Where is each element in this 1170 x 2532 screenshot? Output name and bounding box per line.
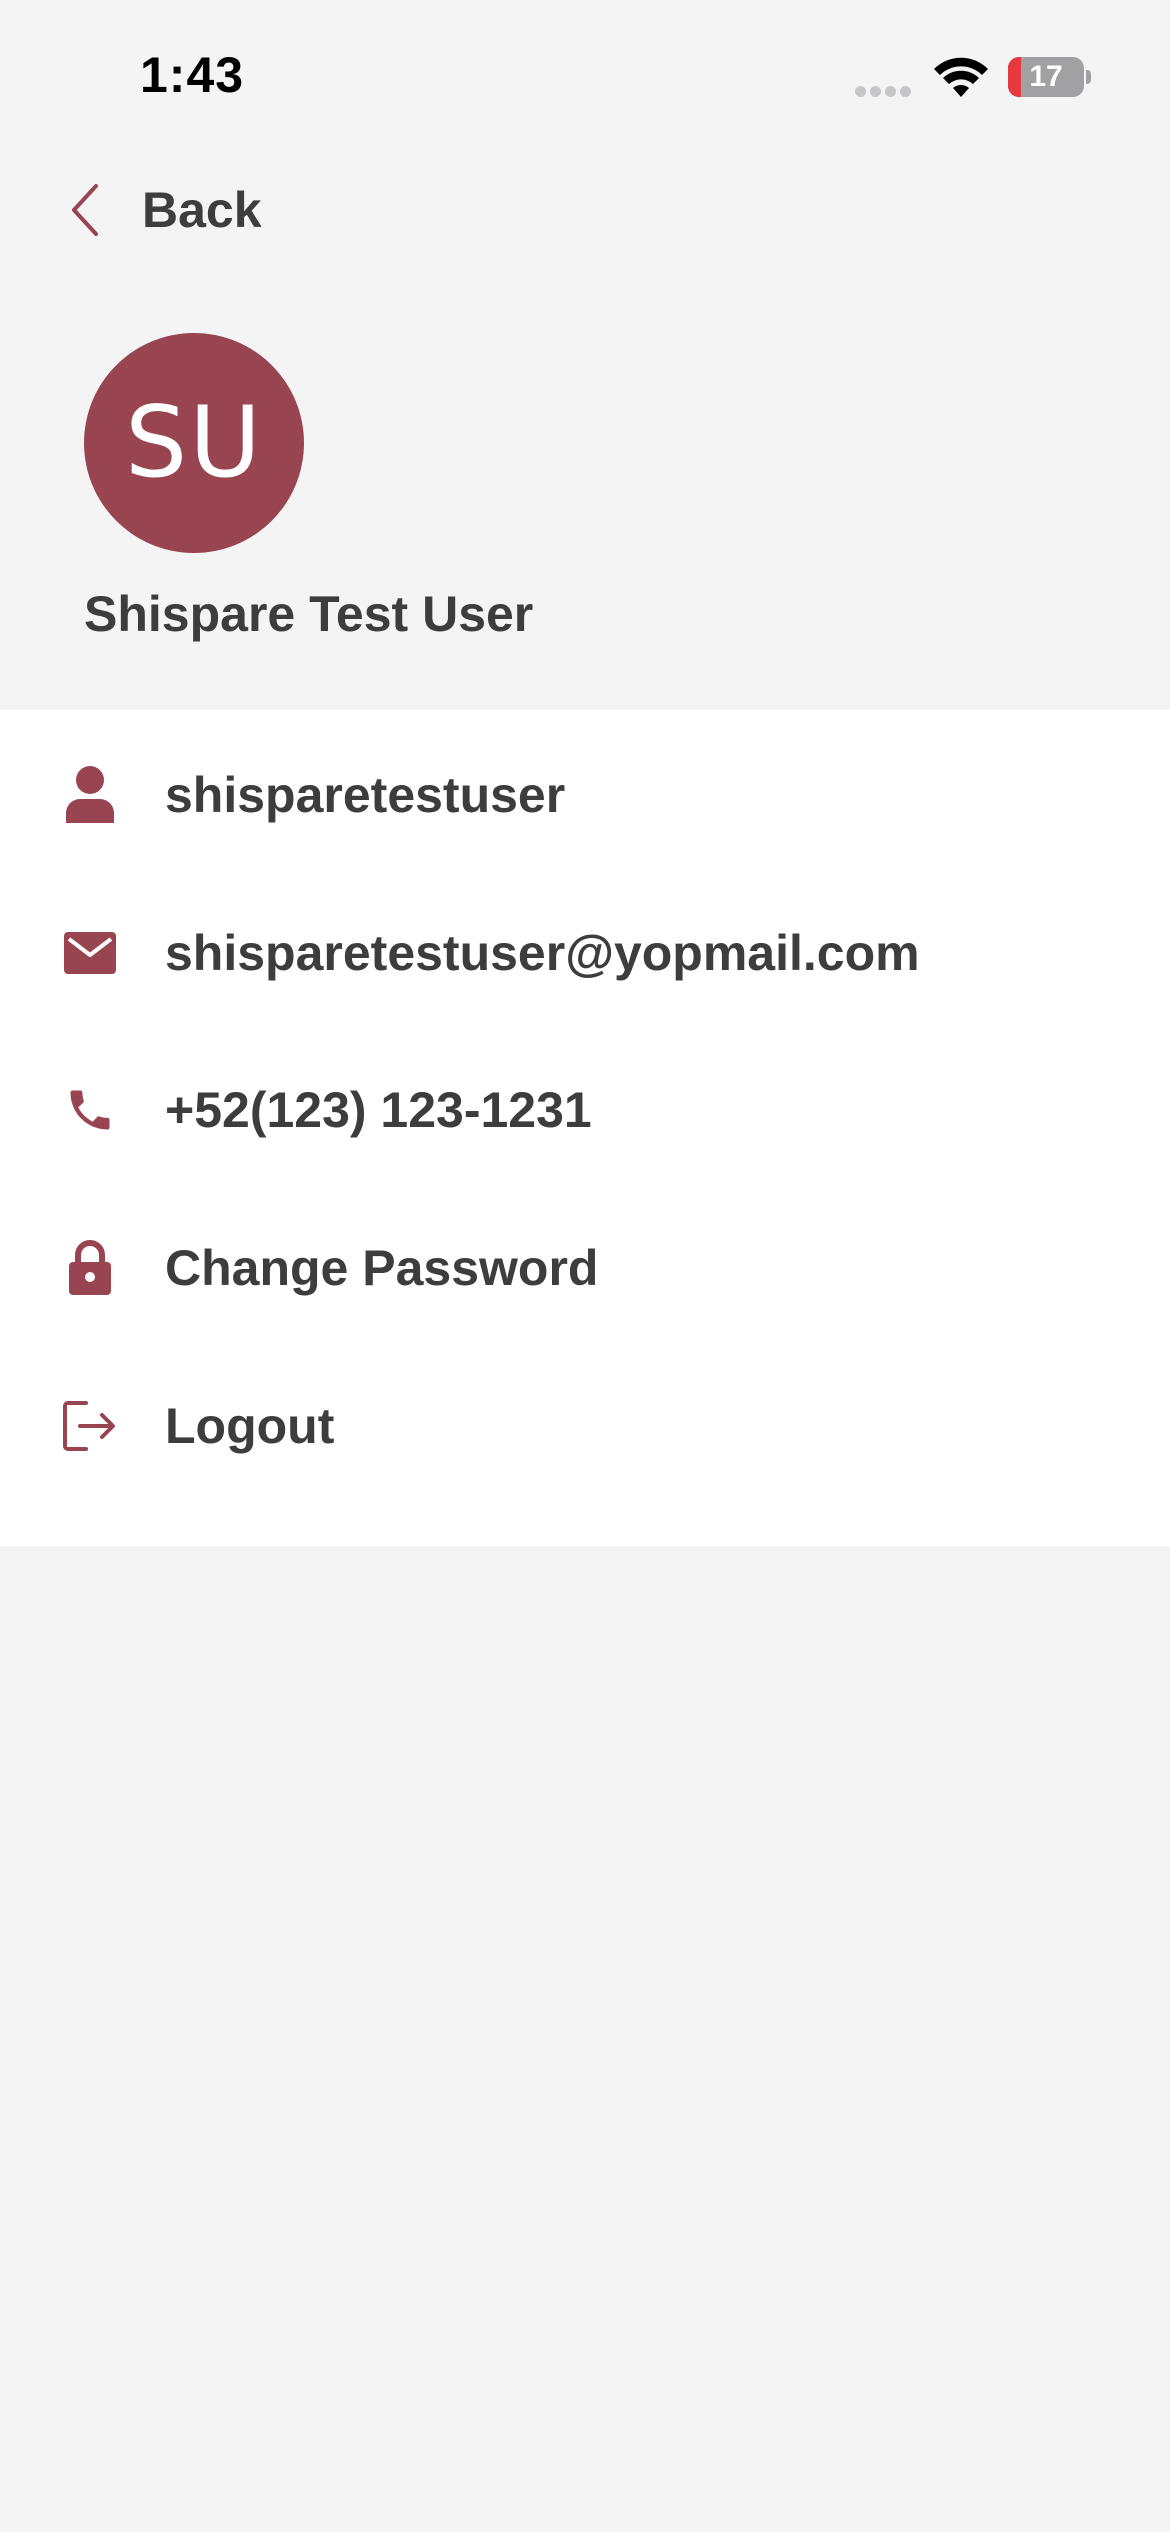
back-label: Back [142, 182, 262, 238]
profile-name: Shispare Test User [84, 586, 534, 642]
chevron-left-icon [60, 180, 110, 240]
menu-item-username: shisparetestuser [0, 716, 1170, 874]
back-button[interactable]: Back [60, 170, 262, 250]
logout-label: Logout [165, 1398, 335, 1454]
avatar: SU [84, 333, 304, 553]
battery-icon: 17 [1008, 57, 1092, 97]
battery-level: 17 [1029, 60, 1063, 93]
email-label: shisparetestuser@yopmail.com [165, 925, 920, 981]
lock-icon [60, 1238, 120, 1298]
status-bar: 1:43 17 [0, 0, 1170, 140]
profile-menu: shisparetestuser shisparetestuser@yopmai… [0, 710, 1170, 1546]
mail-icon [60, 923, 120, 983]
phone-icon [60, 1080, 120, 1140]
wifi-icon [933, 57, 989, 99]
menu-item-logout[interactable]: Logout [0, 1347, 1170, 1505]
person-icon [60, 765, 120, 825]
logout-icon [60, 1396, 120, 1456]
cellular-signal-icon [855, 84, 917, 98]
profile-screen: 1:43 17 Back SU Shispare Test User shisp… [0, 0, 1170, 2532]
phone-label: +52(123) 123-1231 [165, 1082, 592, 1138]
change-password-label: Change Password [165, 1240, 599, 1296]
menu-item-phone: +52(123) 123-1231 [0, 1031, 1170, 1189]
status-time: 1:43 [140, 47, 245, 103]
menu-item-email: shisparetestuser@yopmail.com [0, 874, 1170, 1032]
username-label: shisparetestuser [165, 767, 566, 823]
avatar-initials: SU [125, 386, 263, 500]
menu-item-change-password[interactable]: Change Password [0, 1189, 1170, 1347]
